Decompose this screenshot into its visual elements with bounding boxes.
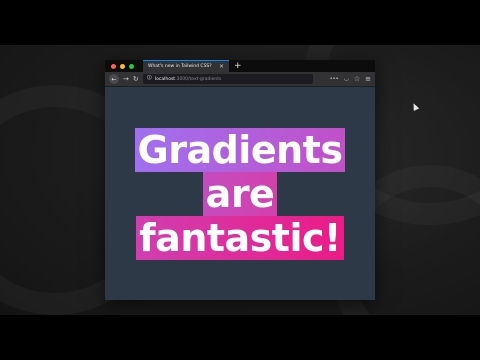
reload-icon[interactable]: ↻ <box>133 75 139 83</box>
tab-bar: What's new in Tailwind CSS? × + <box>105 60 375 72</box>
navigation-bar: ← → ↻ 🛈 localhost:3000/text-gradients ••… <box>105 72 375 87</box>
tab-active[interactable]: What's new in Tailwind CSS? × <box>143 60 229 72</box>
gradient-heading-line-2: are <box>202 171 278 216</box>
pocket-icon[interactable]: ◡ <box>344 76 349 82</box>
toolbar-right: ••• ◡ ☆ ≡ <box>330 75 371 83</box>
close-icon[interactable]: × <box>219 63 224 70</box>
tab-title: What's new in Tailwind CSS? <box>148 64 212 69</box>
page-info-icon[interactable]: 🛈 <box>147 75 152 83</box>
gradient-heading-line-1: Gradients <box>134 127 346 172</box>
maximize-window-button[interactable] <box>129 63 134 69</box>
minimize-window-button[interactable] <box>120 63 125 69</box>
page-content: Gradients are fantastic! <box>105 87 375 300</box>
url-path: :3000/text-gradients <box>175 76 222 82</box>
new-tab-icon[interactable]: + <box>234 61 242 71</box>
back-arrow-icon[interactable]: ← <box>109 74 119 84</box>
browser-window: What's new in Tailwind CSS? × + ← → ↻ 🛈 … <box>105 60 375 300</box>
url-bar[interactable]: 🛈 localhost:3000/text-gradients <box>142 74 313 84</box>
menu-icon[interactable]: ≡ <box>365 75 371 83</box>
window-controls <box>105 63 143 69</box>
gradient-heading-line-3: fantastic! <box>136 215 344 260</box>
close-window-button[interactable] <box>111 63 116 69</box>
url-host: localhost <box>154 76 176 82</box>
bookmark-star-icon[interactable]: ☆ <box>354 75 360 83</box>
forward-arrow-icon[interactable]: → <box>123 75 129 83</box>
page-actions-icon[interactable]: ••• <box>330 76 339 82</box>
